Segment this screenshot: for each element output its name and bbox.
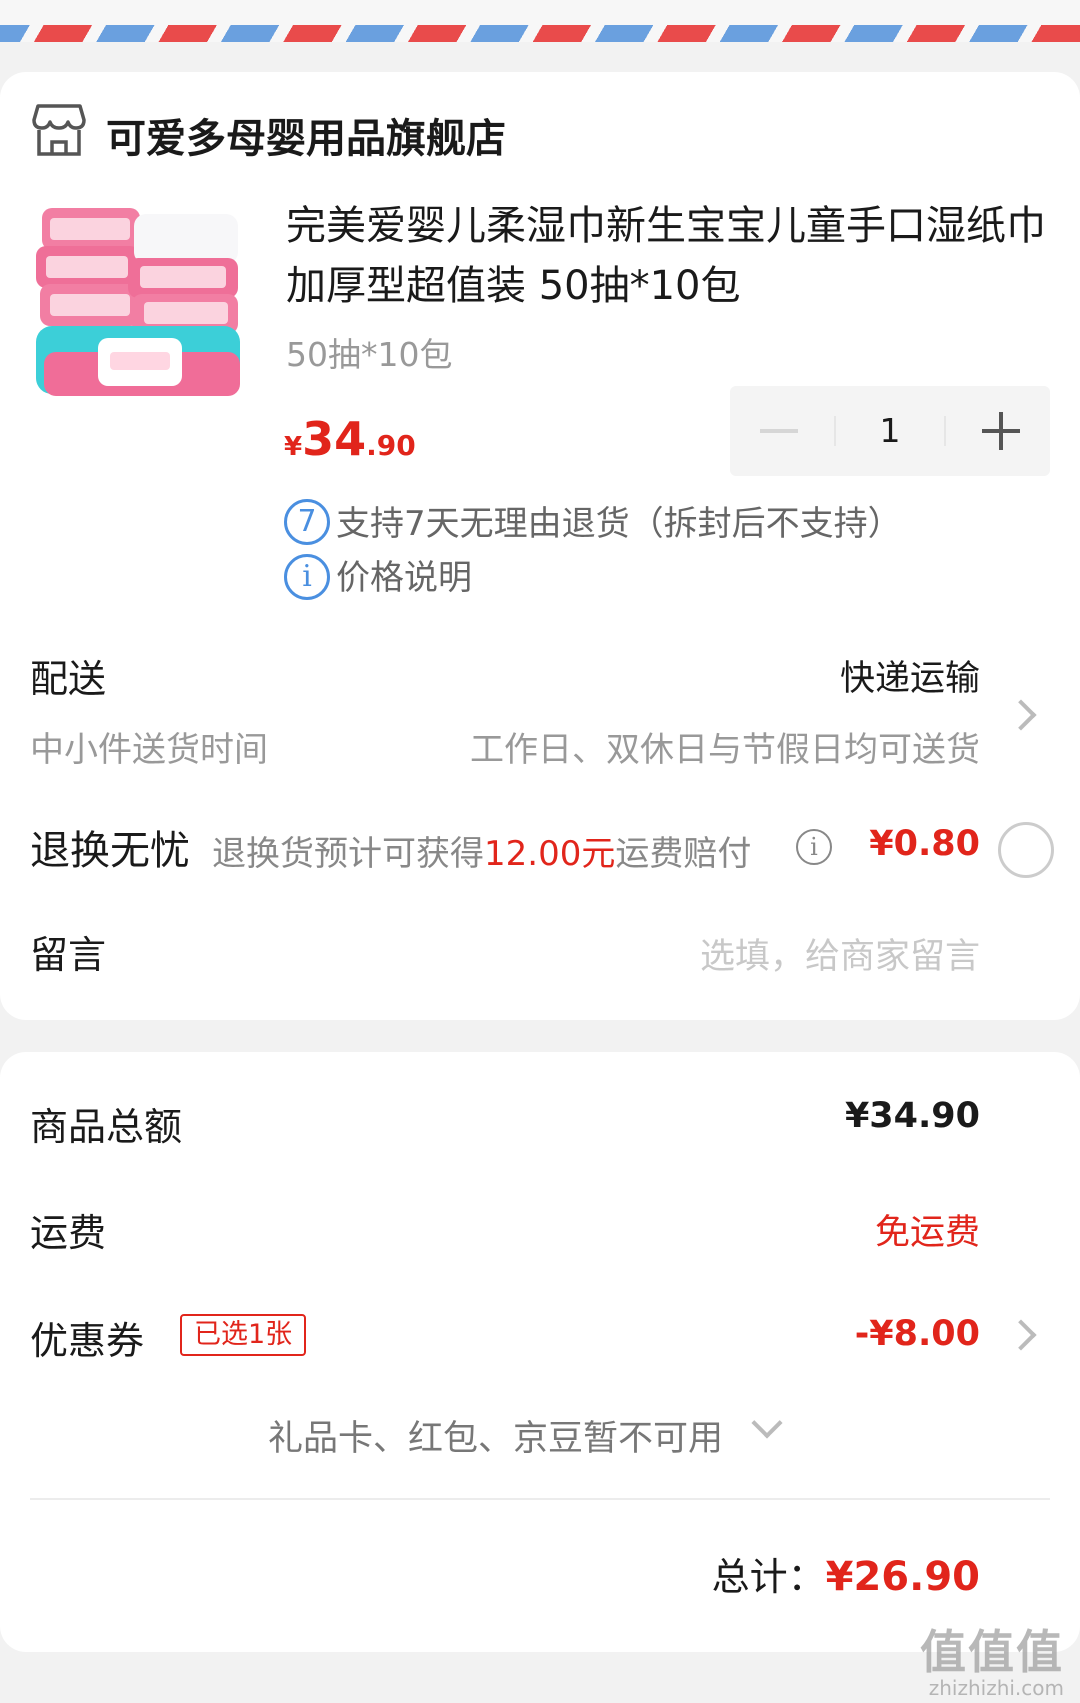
total-value: ¥26.90 (825, 1554, 980, 1600)
chevron-right-icon[interactable] (1005, 699, 1037, 731)
summary-card: 商品总额 ¥34.90 运费 免运费 优惠券 已选1张 -¥8.00 礼品卡、红… (0, 1052, 1080, 1652)
seven-day-return-icon: 7 (284, 499, 330, 545)
return-insurance-label: 退换无忧 (30, 828, 190, 874)
price-explanation-link[interactable]: 价格说明 (336, 550, 472, 599)
shipping-value: 免运费 (874, 1213, 980, 1253)
product-title[interactable]: 完美爱婴儿柔湿巾新生宝宝儿童手口湿纸巾加厚型超值装 50抽*10包 (286, 196, 1046, 316)
chevron-down-icon[interactable] (751, 1407, 783, 1439)
delivery-label: 配送 (30, 657, 107, 701)
chevron-right-icon[interactable] (1005, 1319, 1037, 1351)
price-decimal: .90 (366, 429, 416, 462)
divider (30, 1498, 1050, 1500)
info-icon: i (284, 554, 330, 600)
delivery-method[interactable]: 快递运输 (840, 650, 980, 701)
message-input[interactable]: 选填，给商家留言 (700, 928, 980, 979)
info-icon[interactable]: i (796, 829, 832, 865)
coupon-badge: 已选1张 (180, 1314, 307, 1356)
goods-total-label: 商品总额 (30, 1105, 183, 1149)
delivery-time-value[interactable]: 工作日、双休日与节假日均可送货 (470, 722, 980, 771)
shipping-label: 运费 (30, 1211, 107, 1255)
price-integer: 34 (302, 412, 367, 466)
store-name[interactable]: 可爱多母婴用品旗舰店 (106, 106, 506, 164)
quantity-value[interactable]: 1 (840, 386, 940, 476)
minus-icon[interactable] (730, 386, 830, 476)
watermark: 值值值 zhizhizhi.com (920, 1625, 1064, 1700)
return-policy-text[interactable]: 支持7天无理由退货（拆封后不支持） (336, 496, 902, 545)
coupon-value[interactable]: -¥8.00 (855, 1314, 980, 1354)
return-insurance-desc: 退换货预计可获得12.00元运费赔付 (212, 834, 752, 874)
store-icon (32, 104, 86, 156)
product-image[interactable] (36, 202, 250, 416)
return-insurance-price: ¥0.80 (869, 824, 980, 864)
price-currency: ¥ (284, 432, 303, 462)
product-price: ¥34.90 (284, 412, 416, 466)
return-insurance-radio[interactable] (998, 822, 1054, 878)
coupon-label: 优惠券 (30, 1319, 145, 1363)
order-total: 总计：¥26.90 (712, 1546, 980, 1601)
product-spec: 50抽*10包 (286, 335, 453, 374)
plus-icon[interactable] (950, 386, 1050, 476)
gift-card-notice[interactable]: 礼品卡、红包、京豆暂不可用 (268, 1410, 723, 1461)
goods-total-value: ¥34.90 (844, 1096, 980, 1136)
order-card: 可爱多母婴用品旗舰店 完美爱婴儿柔湿巾新生宝宝儿童手口湿纸巾加厚型超值装 50抽… (0, 72, 1080, 1020)
quantity-stepper: 1 (730, 386, 1050, 476)
total-label: 总计： (711, 1555, 826, 1599)
message-label: 留言 (30, 933, 107, 977)
delivery-time-label: 中小件送货时间 (30, 730, 268, 770)
